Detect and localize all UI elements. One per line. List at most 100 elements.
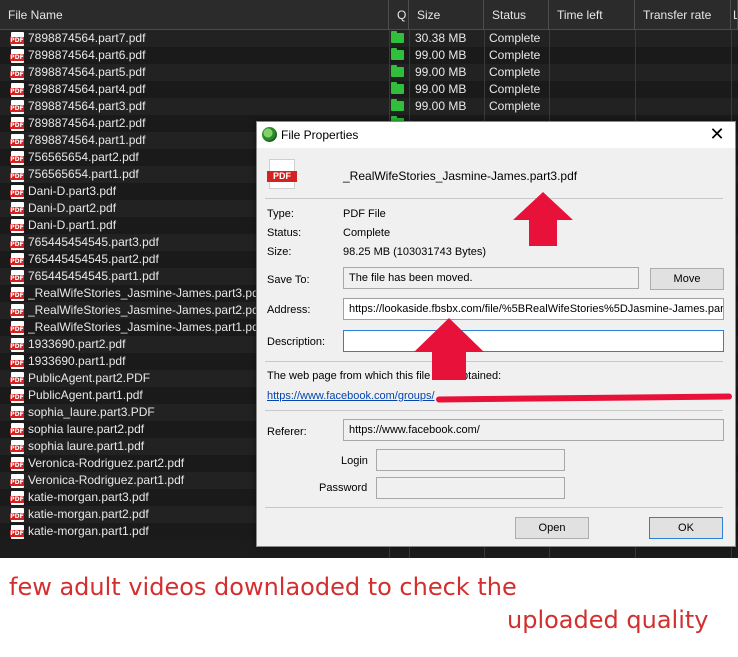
login-label: Login (341, 455, 368, 467)
divider (265, 410, 723, 411)
column-header-time-left[interactable]: Time left (549, 0, 635, 30)
annotation-arrow-up-icon (513, 192, 573, 246)
pdf-file-icon (10, 389, 24, 403)
pdf-file-icon (10, 151, 24, 165)
open-button[interactable]: Open (515, 517, 589, 539)
status-cell: Complete (489, 48, 541, 62)
column-header-size[interactable]: Size (409, 0, 484, 30)
description-field[interactable] (343, 330, 724, 352)
size-cell: 99.00 MB (415, 65, 467, 79)
queue-folder-icon (391, 65, 404, 77)
password-field[interactable] (376, 477, 565, 499)
column-header-status[interactable]: Status (484, 0, 549, 30)
column-header-file-name[interactable]: File Name (0, 0, 389, 30)
pdf-file-icon (10, 49, 24, 63)
pdf-file-icon (10, 321, 24, 335)
pdf-file-icon (10, 525, 24, 539)
status-cell: Complete (489, 65, 541, 79)
pdf-file-icon (10, 423, 24, 437)
pdf-file-icon (10, 236, 24, 250)
pdf-file-icon (10, 338, 24, 352)
status-label: Status: (267, 227, 302, 239)
queue-folder-icon (391, 82, 404, 94)
pdf-file-icon (10, 304, 24, 318)
description-label: Description: (267, 336, 326, 348)
close-icon[interactable]: ✕ (707, 124, 727, 144)
pdf-file-icon (10, 270, 24, 284)
annotation-arrow-up-icon (414, 318, 484, 380)
queue-folder-icon (391, 99, 404, 111)
status-cell: Complete (489, 99, 541, 113)
pdf-file-icon (10, 355, 24, 369)
size-cell: 99.00 MB (415, 99, 467, 113)
pdf-file-icon (10, 287, 24, 301)
pdf-file-icon (10, 457, 24, 471)
size-value: 98.25 MB (103031743 Bytes) (343, 246, 487, 258)
move-button[interactable]: Move (650, 268, 724, 290)
divider (265, 507, 723, 508)
password-label: Password (319, 482, 368, 494)
size-label: Size: (267, 246, 292, 258)
dialog-title: File Properties (281, 128, 359, 142)
table-row[interactable]: 7898874564.part4.pdf 99.00 MB Complete (0, 81, 738, 98)
app-globe-icon (262, 127, 277, 142)
pdf-file-icon (10, 32, 24, 46)
address-label: Address: (267, 304, 311, 316)
pdf-file-icon (10, 134, 24, 148)
pdf-file-icon (10, 440, 24, 454)
queue-folder-icon (391, 48, 404, 60)
pdf-file-icon (10, 491, 24, 505)
ok-button[interactable]: OK (649, 517, 723, 539)
pdf-file-icon (10, 508, 24, 522)
pdf-file-icon (10, 66, 24, 80)
referer-field[interactable]: https://www.facebook.com/ (343, 419, 724, 441)
size-cell: 99.00 MB (415, 82, 467, 96)
pdf-file-icon (10, 474, 24, 488)
table-row[interactable]: 7898874564.part7.pdf 30.38 MB Complete (0, 30, 738, 47)
pdf-file-icon (10, 117, 24, 131)
divider (265, 361, 723, 362)
file-properties-dialog: File Properties ✕ _RealWifeStories_Jasmi… (256, 121, 736, 547)
divider (265, 198, 723, 199)
pdf-file-icon (10, 202, 24, 216)
webpage-link[interactable]: https://www.facebook.com/groups/ (267, 390, 435, 402)
status-cell: Complete (489, 82, 541, 96)
file-name-cell: 7898874564.part4.pdf (28, 82, 146, 96)
size-cell: 99.00 MB (415, 48, 467, 62)
pdf-file-icon (10, 168, 24, 182)
pdf-file-icon (10, 100, 24, 114)
queue-folder-icon (391, 31, 404, 43)
pdf-file-icon (10, 219, 24, 233)
status-value: Complete (343, 227, 391, 239)
pdf-file-icon (10, 253, 24, 267)
column-header-last[interactable]: L (731, 0, 738, 30)
type-value: PDF File (343, 208, 386, 220)
pdf-file-icon (10, 406, 24, 420)
file-name-cell: 7898874564.part6.pdf (28, 48, 146, 62)
table-row[interactable]: 7898874564.part5.pdf 99.00 MB Complete (0, 64, 738, 81)
pdf-file-icon (10, 83, 24, 97)
caption-line-1: few adult videos downlaoded to check the (9, 573, 517, 601)
dialog-titlebar[interactable]: File Properties ✕ (257, 122, 735, 148)
pdf-file-icon (10, 185, 24, 199)
pdf-file-icon (10, 372, 24, 386)
file-name: _RealWifeStories_Jasmine-James.part3.pdf (343, 169, 578, 183)
caption-line-2: uploaded quality (507, 606, 709, 634)
list-header: File Name Q Size Status Time left Transf… (0, 0, 738, 30)
column-header-transfer-rate[interactable]: Transfer rate (635, 0, 731, 30)
save-to-field[interactable]: The file has been moved. (343, 267, 639, 289)
referer-label: Referer: (267, 426, 307, 438)
login-field[interactable] (376, 449, 565, 471)
address-field[interactable]: https://lookaside.fbsbx.com/file/%5BReal… (343, 298, 724, 320)
table-row[interactable]: 7898874564.part6.pdf 99.00 MB Complete (0, 47, 738, 64)
pdf-file-icon (267, 159, 297, 189)
size-cell: 30.38 MB (415, 31, 467, 45)
table-row[interactable]: 7898874564.part3.pdf 99.00 MB Complete (0, 98, 738, 115)
save-to-label: Save To: (267, 274, 310, 286)
type-label: Type: (267, 208, 294, 220)
column-header-queue[interactable]: Q (389, 0, 409, 30)
file-name-cell: 7898874564.part7.pdf (28, 31, 146, 45)
file-name-cell: 7898874564.part5.pdf (28, 65, 146, 79)
status-cell: Complete (489, 31, 541, 45)
file-name-cell: 7898874564.part3.pdf (28, 99, 146, 113)
